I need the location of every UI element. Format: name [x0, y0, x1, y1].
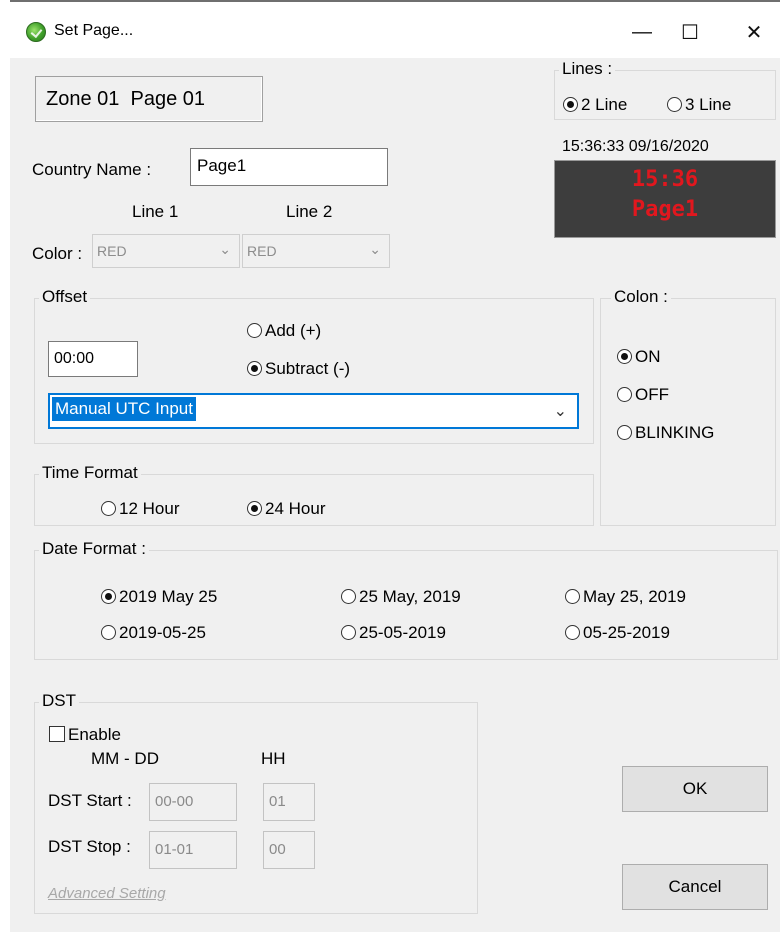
radio-icon [341, 625, 356, 640]
date-format-option-5-radio[interactable]: 25-05-2019 [341, 623, 446, 643]
lines-group: Lines : 2 Line 3 Line [554, 59, 776, 120]
chevron-down-icon: ⌄ [219, 241, 231, 257]
zone-page-text: Zone 01 Page 01 [46, 87, 206, 110]
colon-off-radio[interactable]: OFF [617, 385, 669, 405]
radio-icon [667, 97, 682, 112]
date-format-option-4-radio[interactable]: 2019-05-25 [101, 623, 206, 643]
ok-button[interactable]: OK [622, 766, 768, 812]
lines-2-line-radio[interactable]: 2 Line [563, 95, 627, 115]
dst-stop-date-input[interactable]: 01-01 [149, 831, 237, 869]
date-format-option-2-radio[interactable]: 25 May, 2019 [341, 587, 461, 607]
colon-legend: Colon : [611, 287, 671, 307]
dst-mmdd-header: MM - DD [91, 749, 159, 768]
radio-selected-icon [247, 501, 262, 516]
colon-blinking-radio[interactable]: BLINKING [617, 423, 714, 443]
country-name-input[interactable]: Page1 [190, 148, 388, 186]
dst-start-date-input[interactable]: 00-00 [149, 783, 237, 821]
dst-legend: DST [39, 691, 79, 711]
dst-stop-hour-input[interactable]: 00 [263, 831, 315, 869]
time-format-group: Time Format 12 Hour 24 Hour [34, 463, 594, 526]
lines-3-line-radio[interactable]: 3 Line [667, 95, 731, 115]
date-format-option-3-radio[interactable]: May 25, 2019 [565, 587, 686, 607]
minimize-button[interactable]: — [616, 12, 668, 52]
line2-color-select[interactable]: RED ⌄ [242, 234, 390, 268]
lines-legend: Lines : [559, 59, 616, 79]
time-format-12-hour-radio[interactable]: 12 Hour [101, 499, 179, 519]
date-format-option-6-radio[interactable]: 05-25-2019 [565, 623, 670, 643]
radio-selected-icon [563, 97, 578, 112]
date-format-legend: Date Format : [39, 539, 149, 559]
chevron-down-icon: ⌄ [369, 241, 381, 257]
chevron-down-icon[interactable]: ⌄ [554, 401, 567, 421]
led-preview-display: 15:36 Page1 [554, 160, 776, 238]
offset-subtract-radio[interactable]: Subtract (-) [247, 359, 350, 379]
colon-on-radio[interactable]: ON [617, 347, 661, 367]
time-format-legend: Time Format [39, 463, 141, 483]
line1-header: Line 1 [132, 202, 179, 221]
cancel-button[interactable]: Cancel [622, 864, 768, 910]
radio-selected-icon [247, 361, 262, 376]
radio-icon [617, 387, 632, 402]
advanced-setting-link[interactable]: Advanced Setting [48, 885, 166, 902]
zone-page-label: Zone 01 Page 01 [35, 76, 263, 122]
led-page-name: Page1 [631, 197, 699, 222]
radio-selected-icon [617, 349, 632, 364]
country-name-label: Country Name : [32, 160, 152, 179]
offset-group: Offset 00:00 Add (+) Subtract (-) Manual… [34, 287, 594, 444]
dst-stop-label: DST Stop : [48, 837, 131, 856]
radio-icon [247, 323, 262, 338]
current-datetime: 15:36:33 09/16/2020 [562, 138, 709, 155]
radio-icon [101, 625, 116, 640]
led-time: 15:36 [631, 167, 699, 192]
close-button[interactable]: ✕ [728, 12, 780, 52]
title-bar: Set Page... — ☐ ✕ [10, 2, 780, 58]
utc-source-value: Manual UTC Input [52, 397, 196, 421]
utc-source-dropdown[interactable]: Manual UTC Input ⌄ [48, 393, 579, 429]
offset-legend: Offset [39, 287, 91, 307]
date-format-option-1-radio[interactable]: 2019 May 25 [101, 587, 217, 607]
offset-time-input[interactable]: 00:00 [48, 341, 138, 377]
dst-hh-header: HH [261, 749, 286, 768]
window-title: Set Page... [54, 22, 134, 39]
dst-enable-checkbox[interactable]: Enable [49, 725, 121, 745]
set-page-dialog: Set Page... — ☐ ✕ Zone 01 Page 01 Lines … [10, 0, 780, 932]
checkbox-icon [49, 726, 65, 742]
offset-add-radio[interactable]: Add (+) [247, 321, 321, 341]
app-icon [26, 22, 46, 42]
color-label: Color : [32, 244, 83, 263]
radio-icon [617, 425, 632, 440]
radio-icon [341, 589, 356, 604]
dst-group: DST Enable MM - DD HH DST Start : 00-00 … [34, 691, 478, 914]
line1-color-select[interactable]: RED ⌄ [92, 234, 240, 268]
maximize-button[interactable]: ☐ [664, 12, 716, 52]
dst-start-label: DST Start : [48, 791, 132, 810]
dst-start-hour-input[interactable]: 01 [263, 783, 315, 821]
radio-icon [565, 589, 580, 604]
colon-group: Colon : ON OFF BLINKING [600, 287, 776, 526]
radio-icon [565, 625, 580, 640]
radio-selected-icon [101, 589, 116, 604]
time-format-24-hour-radio[interactable]: 24 Hour [247, 499, 325, 519]
radio-icon [101, 501, 116, 516]
date-format-group: Date Format : 2019 May 25 25 May, 2019 M… [34, 539, 778, 660]
line2-header: Line 2 [286, 202, 333, 221]
